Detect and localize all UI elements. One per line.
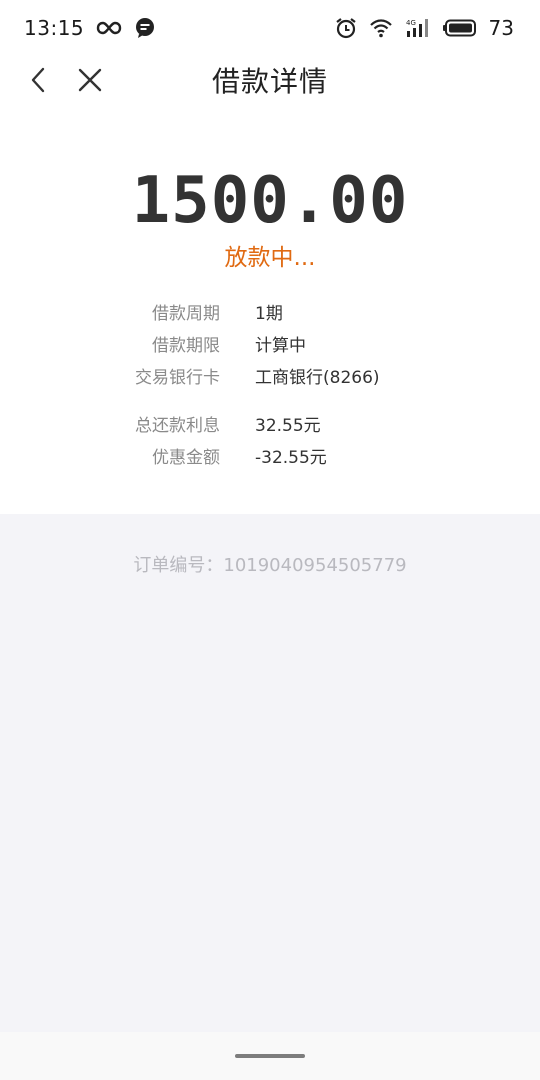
detail-value: 32.55元 <box>255 416 321 436</box>
status-bar: 13:15 4G 73 <box>0 0 540 56</box>
battery-icon <box>442 19 477 37</box>
detail-row: 借款周期 1期 <box>0 299 540 327</box>
detail-row: 交易银行卡 工商银行(8266) <box>0 363 540 391</box>
order-number: 订单编号：1019040954505779 <box>133 555 407 576</box>
status-time: 13:15 <box>24 16 85 40</box>
loan-amount: 1500.00 <box>131 164 409 238</box>
detail-label: 借款周期 <box>152 304 220 324</box>
wifi-icon <box>369 18 393 38</box>
battery-level: 73 <box>488 16 514 40</box>
detail-value: -32.55元 <box>255 448 327 468</box>
navigation-bar <box>0 1032 540 1080</box>
detail-value: 工商银行(8266) <box>255 368 380 388</box>
detail-value: 1期 <box>255 304 283 324</box>
infinity-icon <box>96 21 122 35</box>
detail-value: 计算中 <box>255 336 306 356</box>
loan-detail-card: 1500.00 放款中... 借款周期 1期 借款期限 计算中 交易银行卡 工商… <box>0 102 540 514</box>
signal-4g-icon: 4G <box>405 18 431 38</box>
detail-label: 优惠金额 <box>152 448 220 468</box>
svg-text:4G: 4G <box>406 19 416 27</box>
loan-status: 放款中... <box>224 245 316 271</box>
message-icon <box>134 17 156 39</box>
page-title: 借款详情 <box>211 65 328 98</box>
header: 借款详情 <box>0 56 540 102</box>
detail-label: 交易银行卡 <box>135 368 220 388</box>
detail-row: 借款期限 计算中 <box>0 331 540 359</box>
detail-row: 总还款利息 32.55元 <box>0 411 540 439</box>
screen: 13:15 4G 73 借款详情 1500.00 放款中... 借款周期 1期 … <box>0 0 540 1080</box>
detail-label: 总还款利息 <box>135 416 220 436</box>
alarm-icon <box>335 17 357 39</box>
detail-label: 借款期限 <box>152 336 220 356</box>
detail-row: 优惠金额 -32.55元 <box>0 443 540 471</box>
home-indicator[interactable] <box>235 1054 305 1058</box>
